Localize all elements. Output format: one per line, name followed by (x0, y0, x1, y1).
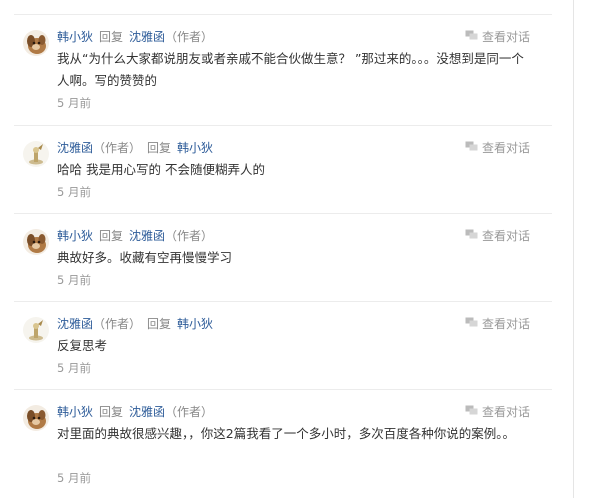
comment-header: 韩小狄 回复 沈雅函（作者） (57, 403, 213, 421)
reply-label: 回复 (99, 229, 124, 243)
avatar-figurine-icon[interactable] (23, 317, 49, 343)
comment-header: 韩小狄 回复 沈雅函（作者） (57, 28, 213, 46)
comment-text: 反复思考 (57, 338, 108, 353)
view-conversation-link[interactable]: 查看对话 (465, 139, 530, 157)
comment-text: 典故好多。收藏有空再慢慢学习 (57, 250, 233, 265)
avatar-dog-icon[interactable] (23, 405, 49, 431)
view-conversation-link[interactable]: 查看对话 (465, 315, 530, 333)
author-link[interactable]: 韩小狄 (57, 405, 93, 419)
comment-header: 韩小狄 回复 沈雅函（作者） (57, 227, 213, 245)
reply-to-link[interactable]: 沈雅函 (129, 30, 165, 44)
comment-item: 韩小狄 回复 沈雅函（作者） 查看对话 我从“为什么大家都说朋友或者亲戚不能合伙做生… (14, 15, 552, 126)
reply-label: 回复 (147, 141, 172, 155)
comment-item: 沈雅函（作者） 回复 韩小狄 查看对话 反复思考 5 月前 (14, 302, 552, 390)
reply-label: 回复 (147, 317, 172, 331)
author-link[interactable]: 沈雅函 (57, 141, 93, 155)
comment-header: 沈雅函（作者） 回复 韩小狄 (57, 139, 213, 157)
reply-to-link[interactable]: 韩小狄 (177, 317, 213, 331)
avatar-figurine-icon[interactable] (23, 141, 49, 167)
comment-time: 5 月前 (57, 185, 91, 199)
author-tag: （作者） (93, 141, 142, 155)
comment-header: 沈雅函（作者） 回复 韩小狄 (57, 315, 213, 333)
comment-item: 沈雅函（作者） 回复 韩小狄 查看对话 哈哈 我是用心写的 不会随便糊弄人的 5 月… (14, 126, 552, 214)
conversation-icon (465, 28, 478, 46)
content-border (573, 0, 574, 498)
author-tag: （作者） (93, 317, 142, 331)
avatar-dog-icon[interactable] (23, 30, 49, 56)
comment-time: 5 月前 (57, 96, 91, 110)
comment-item: 韩小狄 回复 沈雅函（作者） 查看对话 对里面的典故很感兴趣，，你这2篇我看了一个多… (14, 390, 552, 498)
comment-item: 韩小狄 回复 沈雅函（作者） 查看对话 典故好多。收藏有空再慢慢学习 5 月前 (14, 214, 552, 302)
comment-time: 5 月前 (57, 273, 91, 287)
view-conversation-label: 查看对话 (481, 229, 530, 243)
conversation-icon (465, 403, 478, 421)
reply-to-link[interactable]: 韩小狄 (177, 141, 213, 155)
comment-text: 对里面的典故很感兴趣，，你这2篇我看了一个多小时，多次百度各种你说的案例。。 (57, 426, 515, 441)
conversation-icon (465, 227, 478, 245)
view-conversation-label: 查看对话 (481, 141, 530, 155)
view-conversation-label: 查看对话 (481, 317, 530, 331)
view-conversation-label: 查看对话 (481, 405, 530, 419)
reply-to-tag: （作者） (165, 229, 214, 243)
reply-label: 回复 (99, 30, 124, 44)
author-link[interactable]: 韩小狄 (57, 30, 93, 44)
comment-time: 5 月前 (57, 361, 91, 375)
reply-to-link[interactable]: 沈雅函 (129, 405, 165, 419)
author-link[interactable]: 沈雅函 (57, 317, 93, 331)
avatar-dog-icon[interactable] (23, 229, 49, 255)
conversation-icon (465, 139, 478, 157)
conversation-icon (465, 315, 478, 333)
comment-time: 5 月前 (57, 471, 91, 485)
reply-to-tag: （作者） (165, 30, 214, 44)
author-link[interactable]: 韩小狄 (57, 229, 93, 243)
comment-thread-page: 韩小狄 回复 沈雅函（作者） 查看对话 我从“为什么大家都说朋友或者亲戚不能合伙做生… (0, 0, 606, 498)
view-conversation-label: 查看对话 (481, 30, 530, 44)
view-conversation-link[interactable]: 查看对话 (465, 403, 530, 421)
reply-label: 回复 (99, 405, 124, 419)
reply-to-link[interactable]: 沈雅函 (129, 229, 165, 243)
comment-text: 哈哈 我是用心写的 不会随便糊弄人的 (57, 162, 265, 177)
view-conversation-link[interactable]: 查看对话 (465, 227, 530, 245)
comment-text: 我从“为什么大家都说朋友或者亲戚不能合伙做生意？ ”那过来的。。。没想到是同一个… (57, 51, 524, 88)
view-conversation-link[interactable]: 查看对话 (465, 28, 530, 46)
reply-to-tag: （作者） (165, 405, 214, 419)
